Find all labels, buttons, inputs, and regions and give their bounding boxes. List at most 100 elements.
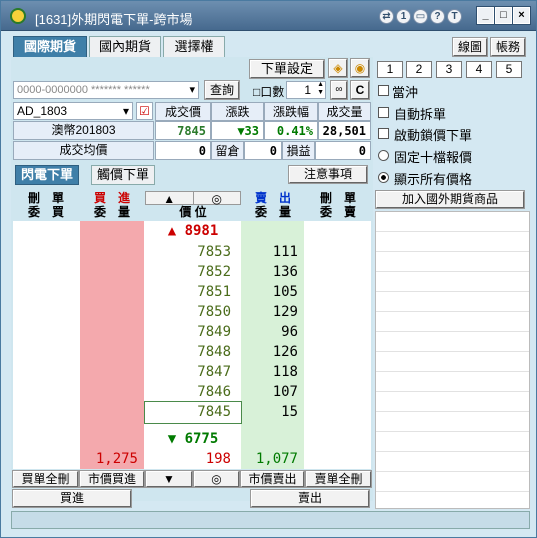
ladder-ask-qty[interactable]: 105 xyxy=(241,282,304,303)
price-change-pct: 0.41% xyxy=(264,121,318,140)
lock-order-icon[interactable]: ◈ xyxy=(328,58,348,78)
info-icon[interactable]: 1 xyxy=(396,9,411,24)
chevron-down-icon: ▾ xyxy=(122,104,129,118)
symbol-select[interactable]: AD_1803 ▾ xyxy=(13,102,133,120)
delete-all-sell-button[interactable]: 賣單全刪 xyxy=(305,470,372,488)
price-ladder: ▲ 8981 7853 111 7852 136 7851 105 7850 129 7849 9… xyxy=(13,221,371,469)
ladder-ask-qty[interactable]: 111 xyxy=(241,242,304,263)
price-header-label: 價 位 xyxy=(179,205,207,219)
notes-button[interactable]: 注意事項 xyxy=(288,165,368,184)
last-price: 7845 xyxy=(155,121,211,140)
qty-preset-5[interactable]: 5 xyxy=(496,61,522,78)
ladder-ask-qty[interactable]: 118 xyxy=(241,362,304,383)
chart-button[interactable]: 線圖 xyxy=(452,37,488,57)
lock-price-checkbox[interactable] xyxy=(378,128,389,139)
ladder-price[interactable]: 7847 xyxy=(145,362,241,383)
show-all-radio[interactable] xyxy=(378,172,389,183)
c-button[interactable]: C xyxy=(350,80,370,100)
arrows-icon[interactable]: ⇄ xyxy=(379,9,394,24)
sell-qty-header: 賣 出委 量 xyxy=(254,191,291,219)
show-all-label: 顯示所有價格 xyxy=(394,172,473,187)
ask-total: 1,077 xyxy=(255,451,298,467)
low-price: 6775 xyxy=(184,431,219,447)
title-bar[interactable]: [1631]外期閃電下單-跨市場 ⇄ 1 ▭ ? T _ □ × xyxy=(1,1,536,31)
qty-preset-1[interactable]: 1 xyxy=(377,61,403,78)
high-price: 8981 xyxy=(184,223,219,239)
price-header: ▲ ◎ 價 位 xyxy=(145,191,241,221)
ladder-ask-qty[interactable]: 126 xyxy=(241,342,304,363)
quote-header-volume: 成交量 xyxy=(318,102,371,121)
symbol-checkbox[interactable]: ☑ xyxy=(136,102,153,120)
ladder-ask-qty[interactable]: 136 xyxy=(241,262,304,283)
query-button[interactable]: 查詢 xyxy=(204,80,240,100)
buy-button[interactable]: 買進 xyxy=(12,489,132,508)
center-button[interactable]: ◎ xyxy=(194,192,241,206)
up-triangle-icon: ▲ xyxy=(167,223,177,239)
delete-all-buy-button[interactable]: 買單全刪 xyxy=(12,470,79,488)
ladder-ask-qty[interactable]: 15 xyxy=(241,402,304,423)
sell-button[interactable]: 賣出 xyxy=(250,489,370,508)
account-button[interactable]: 帳務 xyxy=(490,37,526,57)
bid-total: 1,275 xyxy=(95,451,138,467)
avg-price-value: 0 xyxy=(155,141,211,160)
tab-trigger-order[interactable]: 觸價下單 xyxy=(91,165,155,185)
quote-header-pct: 漲跌幅 xyxy=(264,102,318,121)
window-icon[interactable]: ▭ xyxy=(413,9,428,24)
fixed-ten-radio[interactable] xyxy=(378,150,389,161)
ladder-ask-qty[interactable]: 129 xyxy=(241,302,304,323)
qty-preset-3[interactable]: 3 xyxy=(436,61,462,78)
tab-flash-order[interactable]: 閃電下單 xyxy=(15,165,79,185)
ladder-price[interactable]: 7853 xyxy=(145,242,241,263)
stepper-arrows-icon[interactable]: ▲ ▼ xyxy=(317,81,324,97)
qty-stepper[interactable]: 1 ▲ ▼ xyxy=(286,81,326,99)
t-icon[interactable]: T xyxy=(447,9,462,24)
market-sell-button[interactable]: 市價賣出 xyxy=(240,470,305,488)
qty-preset-4[interactable]: 4 xyxy=(466,61,492,78)
down-triangle-icon: ▼ xyxy=(167,431,177,447)
account-select[interactable]: 0000-0000000 ******* ****** ▾ xyxy=(13,81,199,99)
ladder-ask-qty[interactable]: 107 xyxy=(241,382,304,403)
qty-diff: 198 xyxy=(205,451,231,467)
help-icon[interactable]: ? xyxy=(430,9,445,24)
auto-split-checkbox[interactable] xyxy=(378,107,389,118)
maximize-button[interactable]: □ xyxy=(494,6,513,25)
quote-header-change: 漲跌 xyxy=(211,102,264,121)
tab-intl-futures[interactable]: 國際期貨 xyxy=(13,36,87,58)
volume: 28,501 xyxy=(318,121,371,140)
ladder-price[interactable]: 7848 xyxy=(145,342,241,363)
link-icon[interactable]: ∞ xyxy=(330,80,348,100)
tab-options[interactable]: 選擇權 xyxy=(163,36,225,58)
avg-price-label: 成交均價 xyxy=(13,141,154,160)
chevron-down-icon: ▾ xyxy=(189,84,195,96)
product-list[interactable] xyxy=(375,211,530,509)
tab-domestic-futures[interactable]: 國內期貨 xyxy=(89,36,161,58)
bid-column[interactable] xyxy=(80,221,144,469)
scroll-down-button[interactable]: ▼ xyxy=(145,470,193,488)
center-bottom-button[interactable]: ◎ xyxy=(193,470,240,488)
ladder-price[interactable]: 7850 xyxy=(145,302,241,323)
scroll-up-button[interactable]: ▲ xyxy=(146,192,194,206)
eye-icon[interactable]: ◉ xyxy=(350,58,370,78)
ladder-ask-qty[interactable]: 96 xyxy=(241,322,304,343)
order-settings-button[interactable]: 下單設定 xyxy=(249,59,325,79)
qty-preset-2[interactable]: 2 xyxy=(406,61,432,78)
minimize-button[interactable]: _ xyxy=(476,6,495,25)
quote-header-last: 成交價 xyxy=(155,102,211,121)
add-product-button[interactable]: 加入國外期貨商品 xyxy=(375,190,525,209)
buy-qty-header: 買 進委 量 xyxy=(93,191,130,219)
market-buy-button[interactable]: 市價買進 xyxy=(79,470,145,488)
auto-split-label: 自動拆單 xyxy=(394,107,447,122)
low-price-row: ▼ 6775 xyxy=(145,429,241,450)
main-window: [1631]外期閃電下單-跨市場 ⇄ 1 ▭ ? T _ □ × 國際期貨 國內… xyxy=(0,0,537,538)
ladder-price[interactable]: 7849 xyxy=(145,322,241,343)
hold-label: 留倉 xyxy=(211,141,244,160)
ladder-price[interactable]: 7852 xyxy=(145,262,241,283)
pl-label: 損益 xyxy=(282,141,315,160)
close-button[interactable]: × xyxy=(512,6,531,25)
ladder-price[interactable]: 7851 xyxy=(145,282,241,303)
ladder-price[interactable]: 7845 xyxy=(144,401,242,424)
daytrade-checkbox[interactable] xyxy=(378,85,389,96)
qty-label-text: 口數 xyxy=(260,85,285,99)
qty-value: 1 xyxy=(304,83,311,97)
ladder-price[interactable]: 7846 xyxy=(145,382,241,403)
